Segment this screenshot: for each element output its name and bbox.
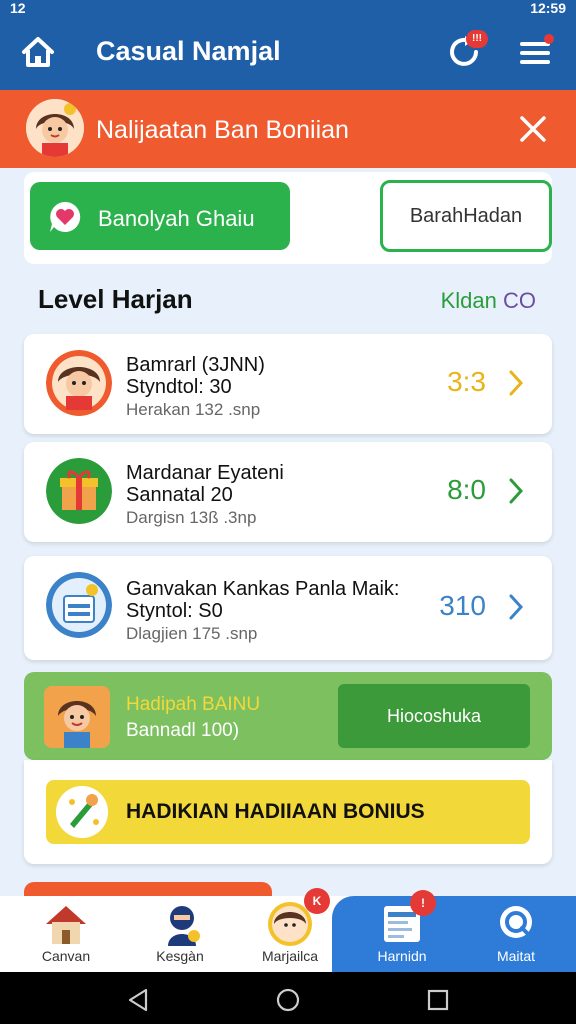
app-bar: Casual Namjal !!!: [0, 16, 576, 90]
nav-item-search[interactable]: Maitat: [466, 896, 566, 972]
item-title: Mardanar Eyateni: [126, 462, 284, 484]
nav-item-home[interactable]: Canvan: [16, 896, 116, 972]
chevron-right-icon: [509, 594, 524, 620]
secondary-action-button[interactable]: BarahHadan: [380, 180, 552, 252]
section-title: Level Harjan: [38, 284, 193, 314]
system-nav-bar: [0, 972, 576, 1024]
home-circle-icon[interactable]: [276, 988, 300, 1012]
nav-label: Kesgàn: [156, 948, 204, 964]
item-title: Bamrarl (3JNN): [126, 354, 265, 376]
notification-banner: Nalijaatan Ban Boniian: [0, 90, 576, 168]
chevron-right-icon: [509, 370, 524, 396]
rocket-icon: [56, 786, 108, 838]
house-icon: [46, 906, 86, 944]
nav-label: Canvan: [41, 948, 91, 964]
primary-action-label: Banolyah Ghaiu: [98, 206, 255, 231]
recents-icon[interactable]: [426, 988, 450, 1012]
item-detail: Dlagjien 175 .snp: [126, 624, 258, 643]
item-value: 310: [439, 590, 486, 621]
item-value: 3:3: [447, 366, 486, 397]
list-item[interactable]: Bamrarl (3JNN) Styndtol: 30 Herakan 132 …: [24, 334, 552, 434]
shopping-bag-icon: [46, 572, 112, 638]
list-item[interactable]: Ganvakan Kankas Panla Maik: Styntol: S0 …: [24, 556, 552, 660]
close-icon[interactable]: [516, 112, 550, 146]
girl-avatar-icon: [46, 350, 112, 416]
nav-badge: !: [410, 890, 436, 916]
promo-title: Hadipah BAINU: [126, 694, 261, 715]
home-icon[interactable]: [20, 34, 56, 70]
menu-notification-dot: [544, 34, 554, 44]
item-subtitle: Sannatal 20: [126, 484, 233, 506]
nav-item-documents[interactable]: ! Harnidn: [352, 890, 452, 972]
nav-label: Marjailca: [261, 948, 318, 964]
primary-action-button[interactable]: Banolyah Ghaiu: [30, 182, 290, 250]
nav-item-profile[interactable]: K Marjailca: [240, 888, 340, 972]
list-item[interactable]: Mardanar Eyateni Sannatal 20 Dargisn 13ß…: [24, 442, 552, 542]
promo-button[interactable]: Hiocoshuka: [338, 684, 530, 748]
section-right-value: CO: [503, 288, 536, 313]
bonus-label: HADIKIAN HADIIAAN BONIUS: [126, 800, 425, 823]
status-time: 12:59: [530, 0, 566, 16]
promo-subtitle: Bannadl 100): [126, 720, 240, 741]
gift-icon: [46, 458, 112, 524]
status-bar: 12 12:59: [0, 0, 576, 16]
section-right-text: Kldan: [440, 288, 497, 313]
item-title: Ganvakan Kankas Panla Maik:: [126, 578, 400, 600]
item-detail: Dargisn 13ß .3np: [126, 508, 257, 527]
promo-avatar: [44, 686, 110, 748]
nav-badge: K: [304, 888, 330, 914]
refresh-badge: !!!: [466, 30, 488, 48]
banner-text: Nalijaatan Ban Boniian: [96, 116, 349, 144]
nav-item-ninja[interactable]: Kesgàn: [130, 896, 230, 972]
ninja-icon: [168, 906, 200, 946]
item-subtitle: Styntol: S0: [126, 600, 223, 622]
action-card: Banolyah Ghaiu BarahHadan: [24, 172, 552, 264]
heart-chat-icon: [50, 201, 81, 232]
item-detail: Herakan 132 .snp: [126, 400, 261, 419]
nav-label: Harnidn: [377, 948, 427, 964]
chevron-right-icon: [509, 478, 524, 504]
item-subtitle: Styndtol: 30: [126, 376, 232, 398]
promo-card: Hadipah BAINU Bannadl 100) Hiocoshuka: [24, 672, 552, 760]
item-value: 8:0: [447, 474, 486, 505]
bottom-nav: Canvan Kesgàn K Marjailca ! Harnidn Mait…: [0, 888, 576, 972]
bonus-card: HADIKIAN HADIIAAN BONIUS: [24, 760, 552, 864]
app-title: Casual Namjal: [96, 36, 281, 66]
search-icon: [500, 906, 532, 938]
back-icon[interactable]: [126, 988, 150, 1012]
avatar: [26, 99, 84, 157]
status-left-text: 12: [10, 0, 26, 16]
bonus-button[interactable]: HADIKIAN HADIIAAN BONIUS: [46, 780, 530, 844]
nav-label: Maitat: [496, 948, 536, 964]
section-right-label: Kldan CO: [441, 288, 536, 314]
